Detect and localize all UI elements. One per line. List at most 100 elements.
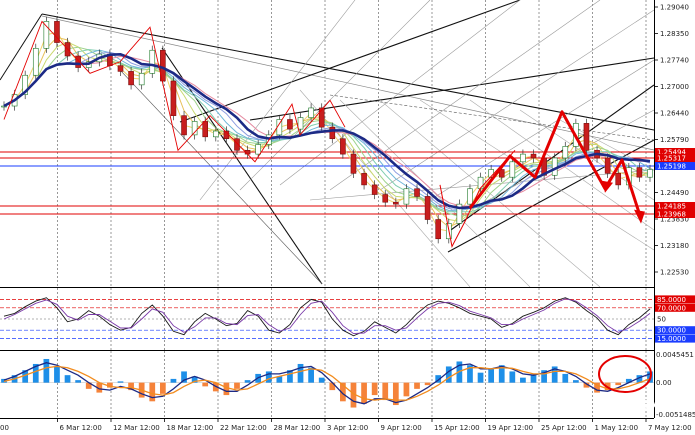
time-tick-label: 28 Mar 12:00 bbox=[274, 424, 321, 432]
forex-chart: 1.29040 1.28350 1.27740 1.27000 1.26440 1.257… bbox=[0, 0, 695, 435]
candle-body bbox=[170, 80, 177, 116]
candle-body bbox=[202, 121, 209, 138]
candle-body bbox=[604, 157, 611, 174]
candle-body bbox=[181, 115, 187, 136]
stochastic-level-label: 70.0000 bbox=[657, 304, 686, 312]
macd-histogram-bar bbox=[509, 371, 516, 383]
macd-histogram-bar bbox=[202, 382, 209, 387]
candle-body bbox=[329, 126, 336, 140]
price-tick-label: 1.22530 bbox=[660, 269, 689, 277]
macd-histogram-bar bbox=[170, 378, 177, 383]
price-tick-label: 1.28350 bbox=[660, 30, 689, 38]
candle-body bbox=[350, 153, 357, 174]
time-tick-label: 25 Apr 12:00 bbox=[541, 424, 587, 432]
time-tick-label: 00 bbox=[0, 424, 9, 432]
candle-body bbox=[393, 201, 399, 205]
macd-histogram-bar bbox=[64, 375, 71, 383]
candle-body bbox=[424, 196, 431, 220]
candle-body bbox=[583, 123, 590, 151]
macd-histogram-bar bbox=[403, 382, 410, 397]
candle-body bbox=[477, 176, 484, 190]
candle-body bbox=[43, 21, 50, 49]
price-tick-label: 1.25790 bbox=[660, 136, 689, 144]
price-tag-label: 1.24185 bbox=[657, 203, 686, 211]
macd-histogram-bar bbox=[265, 371, 272, 383]
macd-histogram-bar bbox=[54, 366, 60, 383]
macd-histogram-bar bbox=[445, 366, 452, 383]
time-tick-label: 1 May 12:00 bbox=[595, 424, 639, 432]
candle-body bbox=[562, 146, 569, 159]
macd-histogram-bar bbox=[562, 373, 569, 383]
macd-histogram-bar bbox=[244, 380, 251, 383]
time-tick-label: 19 Apr 12:00 bbox=[488, 424, 534, 432]
macd-histogram-bar bbox=[149, 382, 156, 402]
macd-histogram-bar bbox=[530, 375, 537, 383]
price-tick-label: 1.26440 bbox=[660, 110, 689, 118]
candle-body bbox=[530, 153, 537, 159]
stochastic-level-label: 50 bbox=[657, 316, 666, 324]
candle-body bbox=[32, 48, 39, 76]
time-tick-label: 6 Mar 12:00 bbox=[60, 424, 102, 432]
candle-body bbox=[371, 184, 378, 195]
candle-body bbox=[509, 161, 516, 178]
stochastic-level-label: 85.0000 bbox=[657, 296, 686, 304]
stochastic-level-label: 30.0000 bbox=[657, 327, 686, 335]
candle-body bbox=[551, 157, 558, 176]
candle-body bbox=[435, 219, 441, 240]
candle-body bbox=[287, 119, 293, 130]
price-tick-label: 1.23180 bbox=[660, 242, 689, 250]
macd-histogram-bar bbox=[424, 382, 431, 386]
candle-body bbox=[128, 71, 134, 86]
macd-histogram-bar bbox=[573, 380, 579, 383]
macd-histogram-bar bbox=[223, 382, 230, 396]
candle-body bbox=[361, 173, 367, 186]
candle-body bbox=[255, 144, 261, 155]
macd-histogram-bar bbox=[75, 380, 81, 383]
time-tick-label: 7 May 12:00 bbox=[648, 424, 692, 432]
price-tag-label: 1.25198 bbox=[657, 163, 686, 171]
time-tick-label: 12 Mar 12:00 bbox=[113, 424, 160, 432]
candle-body bbox=[403, 188, 410, 205]
price-tick-label: 1.29040 bbox=[660, 4, 689, 12]
candle-body bbox=[467, 188, 473, 205]
chart-background bbox=[0, 0, 695, 435]
macd-histogram-bar bbox=[371, 382, 378, 396]
candle-body bbox=[117, 65, 124, 72]
macd-tick-label: 0.00 bbox=[656, 379, 672, 387]
candle-body bbox=[520, 153, 526, 163]
price-tick-label: 1.27740 bbox=[660, 57, 689, 65]
macd-histogram-bar bbox=[615, 382, 622, 386]
macd-histogram-bar bbox=[234, 382, 240, 389]
time-tick-label: 3 Apr 12:00 bbox=[327, 424, 368, 432]
macd-histogram-bar bbox=[117, 381, 124, 383]
macd-histogram-bar bbox=[159, 382, 166, 394]
candle-body bbox=[382, 194, 389, 203]
macd-histogram-bar bbox=[329, 382, 336, 391]
price-tick-label: 1.24490 bbox=[660, 189, 689, 197]
candle-body bbox=[297, 117, 304, 130]
candle-body bbox=[647, 169, 653, 178]
time-tick-label: 15 Apr 12:00 bbox=[434, 424, 480, 432]
candle-body bbox=[414, 188, 420, 197]
watermark-text: FXGM bbox=[622, 398, 661, 412]
candle-body bbox=[138, 73, 145, 86]
candle-body bbox=[340, 138, 346, 155]
macd-histogram-bar bbox=[318, 377, 325, 383]
price-tag-label: 1.23968 bbox=[657, 211, 686, 219]
candle-body bbox=[636, 167, 643, 178]
price-tick-label: 1.27000 bbox=[660, 83, 689, 91]
candle-body bbox=[213, 130, 219, 138]
macd-tick-label: -0.0051485 bbox=[656, 411, 695, 419]
macd-histogram-bar bbox=[477, 372, 484, 383]
price-tag-label: 1.25317 bbox=[657, 155, 686, 163]
candle-body bbox=[615, 173, 622, 186]
macd-tick-label: 0.0045451 bbox=[656, 351, 694, 359]
candle-body bbox=[318, 107, 325, 128]
candle-body bbox=[149, 49, 156, 74]
candle-body bbox=[308, 107, 314, 118]
stochastic-level-label: 15.0000 bbox=[657, 335, 686, 343]
time-tick-label: 9 Apr 12:00 bbox=[381, 424, 422, 432]
time-tick-label: 18 Mar 12:00 bbox=[167, 424, 214, 432]
macd-histogram-bar bbox=[414, 382, 420, 389]
macd-histogram-bar bbox=[520, 377, 526, 383]
